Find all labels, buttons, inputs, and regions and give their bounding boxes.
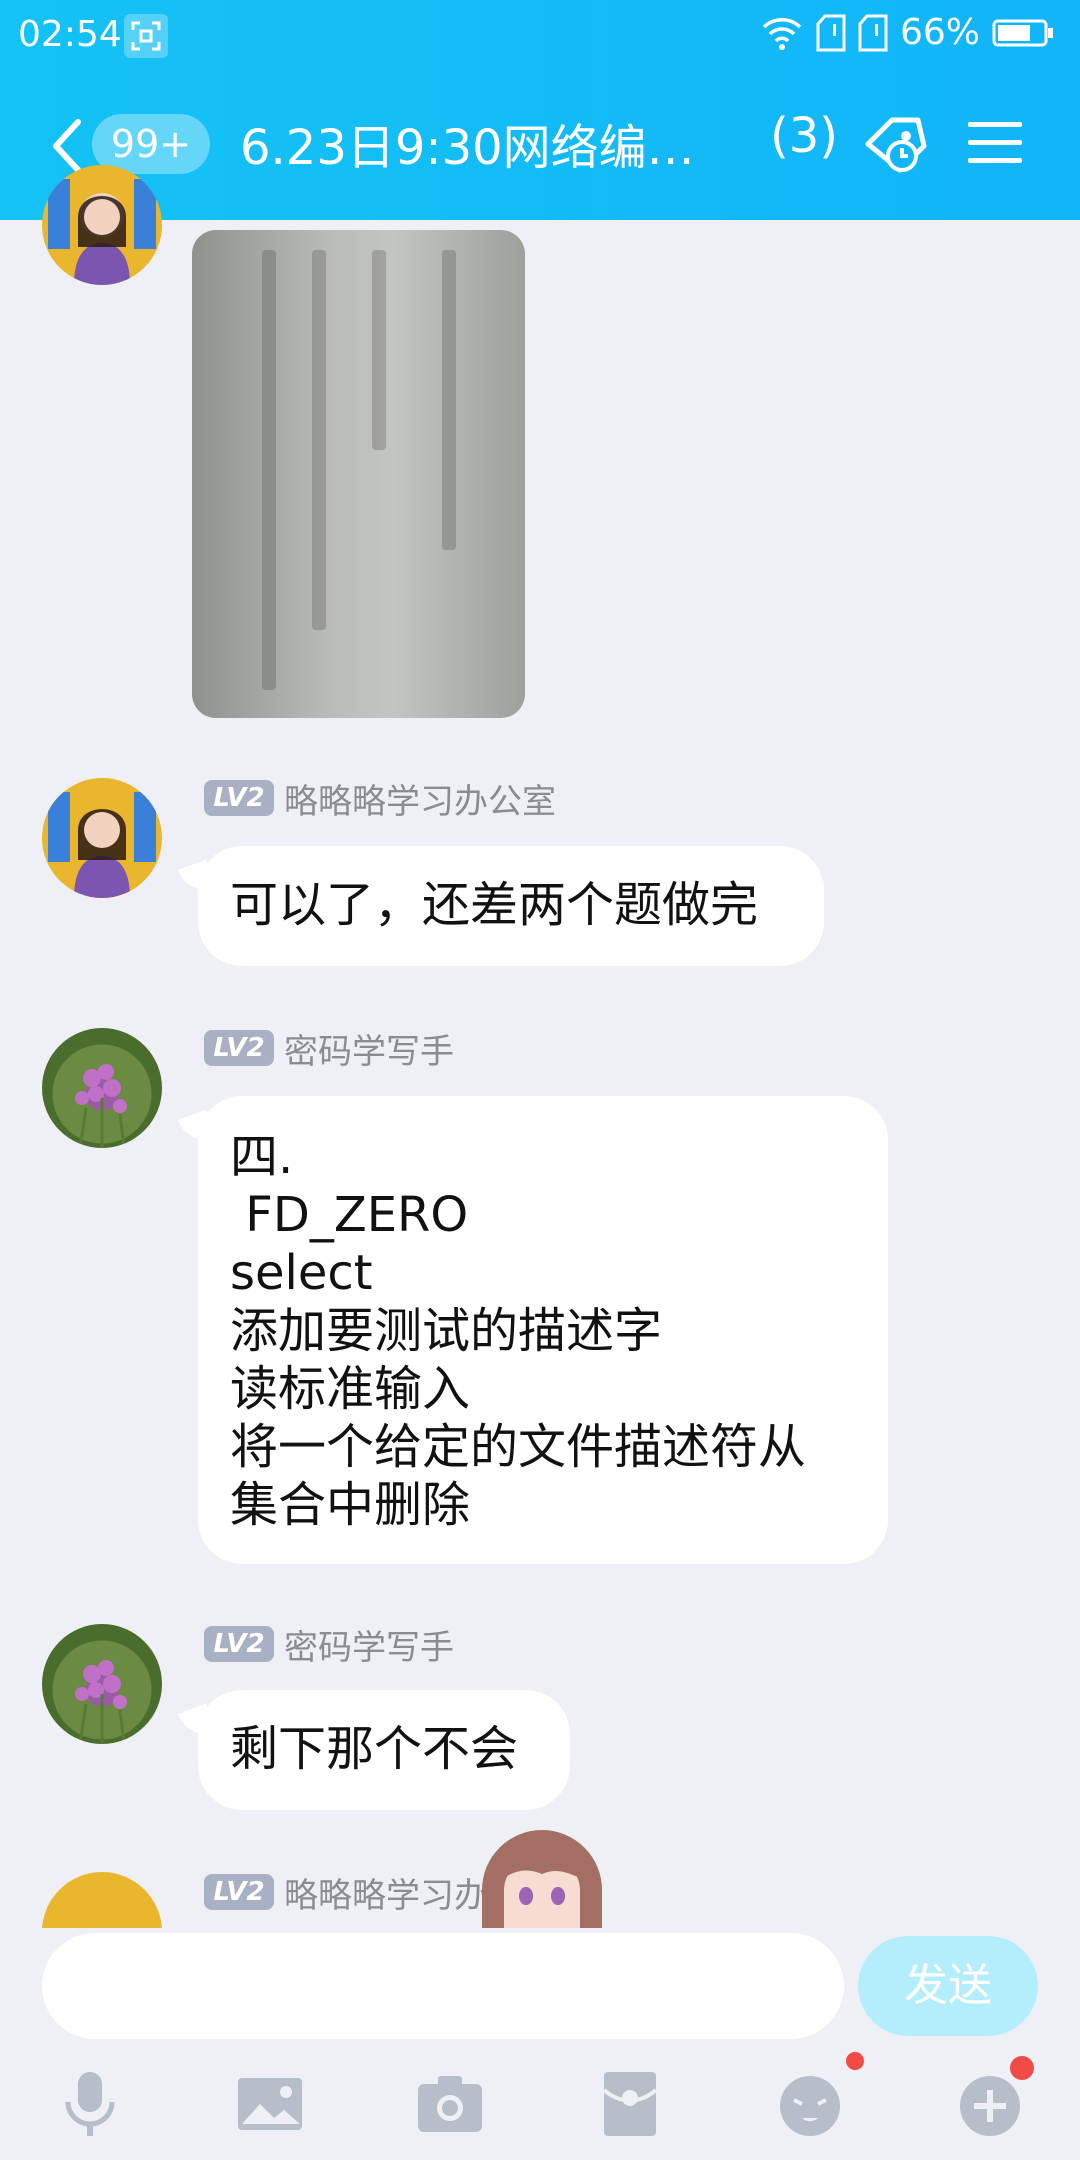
level-badge: LV2 bbox=[204, 1874, 274, 1910]
status-bar: 02:54 66% bbox=[0, 0, 1080, 72]
emoji-icon[interactable] bbox=[774, 2068, 846, 2140]
composer-toolbar bbox=[0, 2052, 1080, 2158]
top-bar: 02:54 66% 99+ 6.23日9:30网络编程... (3) bbox=[0, 0, 1080, 220]
sender-name[interactable]: 密码学写手 bbox=[284, 1024, 454, 1073]
message-line: 四. bbox=[230, 1129, 294, 1185]
message-line: 读标准输入 bbox=[230, 1361, 471, 1417]
battery-icon bbox=[992, 19, 1053, 46]
message-line: 添加要测试的描述字 bbox=[230, 1303, 663, 1359]
sender-avatar[interactable] bbox=[42, 778, 162, 898]
sender-avatar[interactable] bbox=[42, 1624, 162, 1744]
sender-avatar[interactable] bbox=[42, 1028, 162, 1148]
screenshot-icon bbox=[124, 14, 168, 58]
status-time: 02:54 bbox=[18, 14, 122, 55]
message-bubble[interactable]: 剩下那个不会 bbox=[198, 1690, 570, 1810]
sim-card-1-icon bbox=[816, 14, 846, 51]
composer: 发送 bbox=[0, 1928, 1080, 2160]
message-input[interactable] bbox=[42, 1933, 844, 2039]
message-bubble[interactable]: 四. FD_ZERO select 添加要测试的描述字 读标准输入 将一个给定的… bbox=[198, 1096, 888, 1564]
message-line: select bbox=[230, 1245, 373, 1301]
chat-header: 99+ 6.23日9:30网络编程... (3) bbox=[0, 86, 1080, 206]
message-line: FD_ZERO bbox=[230, 1187, 469, 1243]
plus-icon[interactable] bbox=[954, 2068, 1026, 2140]
message-text: 剩下那个不会 bbox=[230, 1721, 519, 1777]
sender-name[interactable]: 略略略学习办公室 bbox=[284, 774, 556, 823]
image-icon[interactable] bbox=[234, 2068, 306, 2140]
level-badge: LV2 bbox=[204, 1030, 274, 1066]
message-line: 集合中删除 bbox=[230, 1477, 471, 1533]
sender-avatar[interactable] bbox=[42, 165, 162, 285]
level-badge: LV2 bbox=[204, 1626, 274, 1662]
sender-avatar[interactable] bbox=[42, 1872, 162, 1928]
sim-card-2-icon bbox=[858, 14, 888, 51]
menu-icon[interactable] bbox=[968, 120, 1022, 166]
member-count[interactable]: (3) bbox=[770, 108, 838, 164]
mascot-face bbox=[504, 1860, 580, 1930]
battery-percent: 66% bbox=[899, 12, 980, 53]
sender-name[interactable]: 密码学写手 bbox=[284, 1620, 454, 1669]
chat-title[interactable]: 6.23日9:30网络编程... bbox=[240, 108, 740, 178]
message-text: 可以了，还差两个题做完 bbox=[230, 877, 759, 933]
red-packet-icon[interactable] bbox=[594, 2068, 666, 2140]
camera-icon[interactable] bbox=[414, 2068, 486, 2140]
mascot-character[interactable] bbox=[482, 1830, 602, 1930]
notification-dot bbox=[846, 2052, 864, 2070]
message-meta: LV2 略略略学习办 bbox=[204, 1872, 488, 1916]
microphone-icon[interactable] bbox=[54, 2068, 126, 2140]
message-bubble[interactable]: 可以了，还差两个题做完 bbox=[198, 846, 824, 966]
status-indicators: 66% bbox=[760, 12, 1054, 53]
group-tag-icon[interactable] bbox=[862, 114, 930, 178]
wifi-icon bbox=[762, 17, 802, 50]
sender-name[interactable]: 略略略学习办 bbox=[284, 1870, 488, 1917]
send-button[interactable]: 发送 bbox=[858, 1936, 1038, 2036]
message-line: 将一个给定的文件描述符从 bbox=[230, 1419, 807, 1475]
notification-dot bbox=[1010, 2056, 1034, 2080]
level-badge: LV2 bbox=[204, 780, 274, 816]
shared-photo[interactable] bbox=[192, 230, 525, 718]
message-meta: LV2 略略略学习办公室 bbox=[204, 778, 556, 822]
message-meta: LV2 密码学写手 bbox=[204, 1624, 454, 1668]
message-meta: LV2 密码学写手 bbox=[204, 1028, 454, 1072]
